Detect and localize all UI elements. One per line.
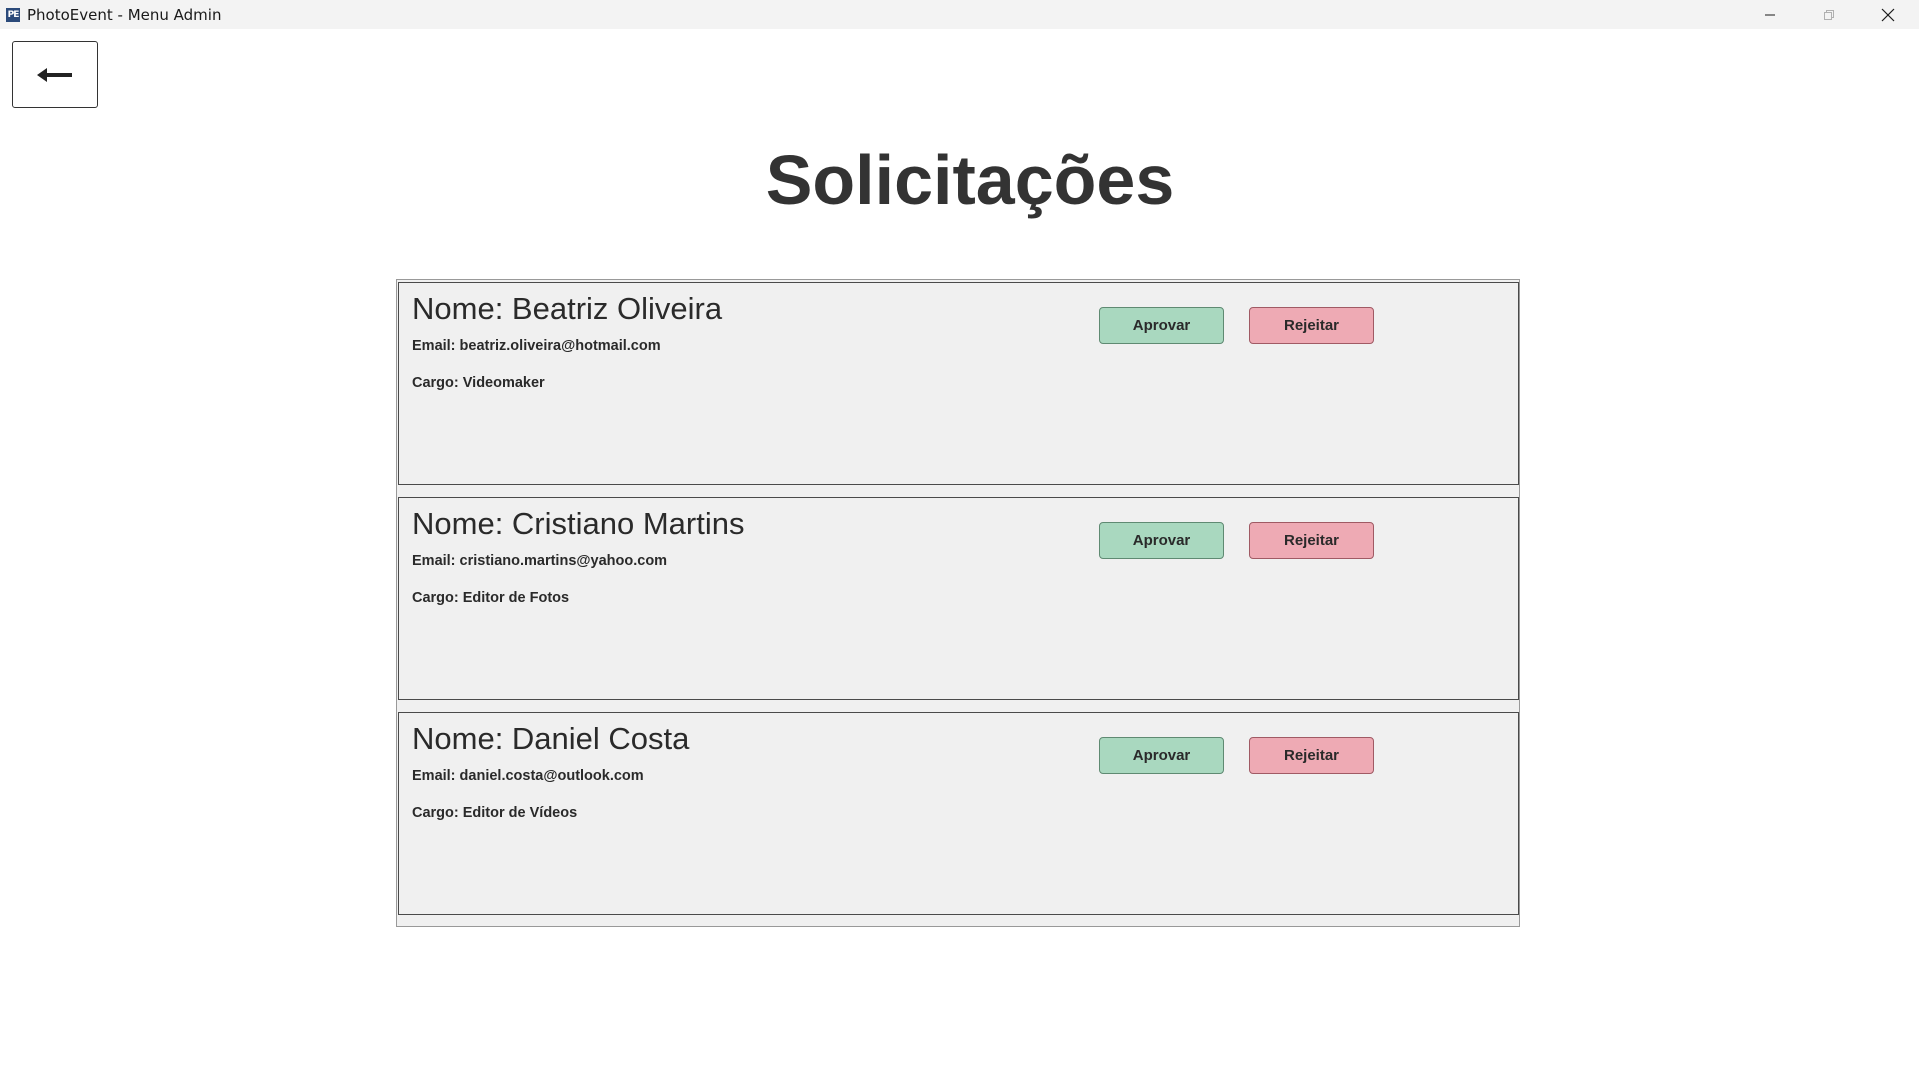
request-email: Email: beatriz.oliveira@hotmail.com [412,338,661,354]
reject-button[interactable]: Rejeitar [1249,522,1374,559]
reject-button[interactable]: Rejeitar [1249,737,1374,774]
request-card: Nome: Daniel Costa Email: daniel.costa@o… [398,712,1519,915]
close-icon [1881,8,1895,21]
minimize-icon [1765,14,1775,15]
approve-button[interactable]: Aprovar [1099,307,1224,344]
arrow-left-icon [37,67,72,82]
request-card: Nome: Beatriz Oliveira Email: beatriz.ol… [398,282,1519,485]
request-card: Nome: Cristiano Martins Email: cristiano… [398,497,1519,700]
request-name: Nome: Beatriz Oliveira [412,291,723,326]
approve-button[interactable]: Aprovar [1099,522,1224,559]
title-bar[interactable]: PE PhotoEvent - Menu Admin [0,0,1919,29]
page-title: Solicitações [765,141,1175,219]
request-cargo: Cargo: Editor de Fotos [412,590,570,606]
window-title: PhotoEvent - Menu Admin [27,6,222,24]
minimize-button[interactable] [1741,0,1799,29]
app-logo-icon: PE [6,8,20,22]
request-email: Email: daniel.costa@outlook.com [412,768,644,784]
request-cargo: Cargo: Videomaker [412,375,545,391]
approve-button[interactable]: Aprovar [1099,737,1224,774]
request-name: Nome: Cristiano Martins [412,506,745,541]
requests-list[interactable]: Nome: Beatriz Oliveira Email: beatriz.ol… [396,279,1520,927]
maximize-button[interactable] [1800,0,1858,29]
request-email: Email: cristiano.martins@yahoo.com [412,553,668,569]
reject-button[interactable]: Rejeitar [1249,307,1374,344]
app-window: PE PhotoEvent - Menu Admin Solicitações [0,0,1919,1079]
back-button[interactable] [12,41,98,108]
request-name: Nome: Daniel Costa [412,721,690,756]
close-button[interactable] [1859,0,1917,29]
request-cargo: Cargo: Editor de Vídeos [412,805,578,821]
maximize-icon [1824,9,1834,20]
